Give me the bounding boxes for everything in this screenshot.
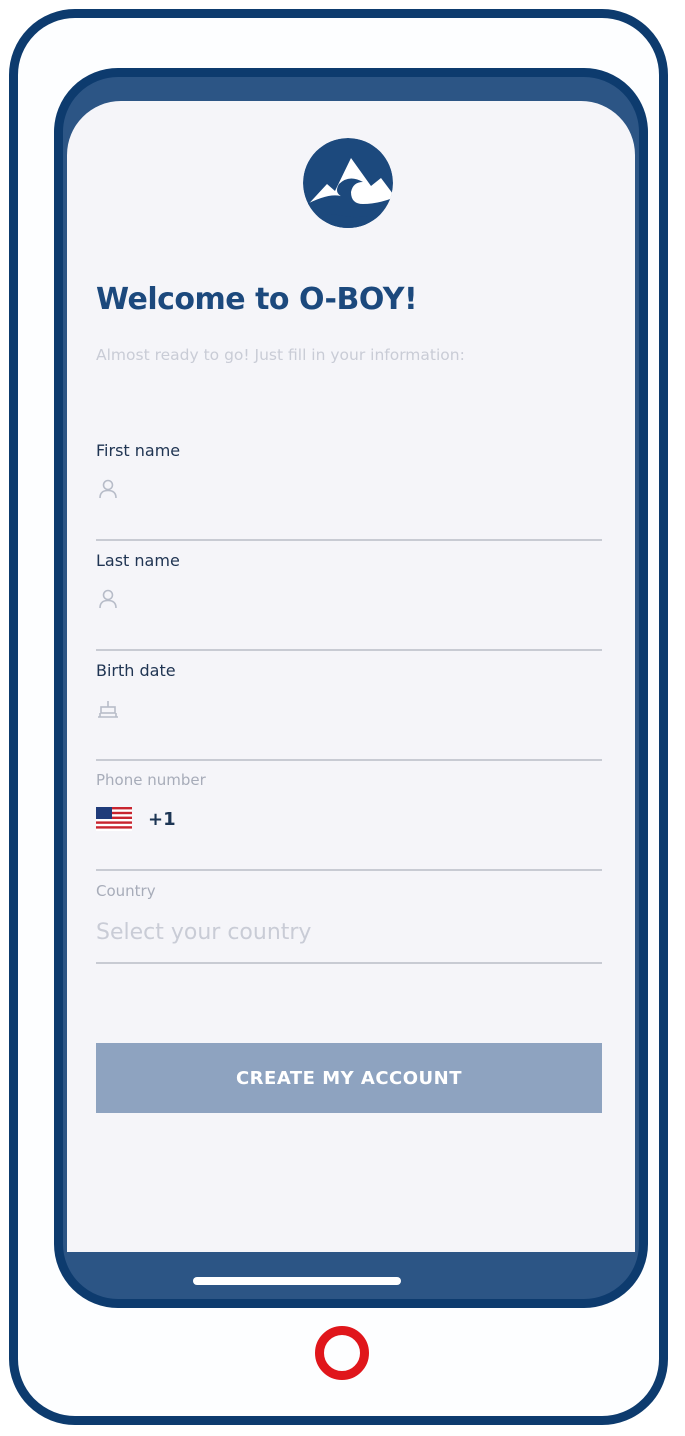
first-name-underline xyxy=(96,539,602,541)
country-select[interactable]: Country Select your country xyxy=(96,882,602,964)
us-flag-icon[interactable] xyxy=(96,807,132,831)
birth-date-label: Birth date xyxy=(96,661,176,680)
first-name-label: First name xyxy=(96,441,181,460)
birth-date-underline xyxy=(96,759,602,761)
last-name-underline xyxy=(96,649,602,651)
page-subtitle: Almost ready to go! Just fill in your in… xyxy=(96,346,465,364)
home-indicator[interactable] xyxy=(193,1277,401,1285)
first-name-field[interactable]: First name xyxy=(96,441,602,541)
cake-icon xyxy=(98,701,118,718)
mountain-wave-logo xyxy=(303,138,393,228)
phone-number-label: Phone number xyxy=(96,771,206,789)
birth-date-field[interactable]: Birth date xyxy=(96,661,602,761)
create-account-button[interactable]: CREATE MY ACCOUNT xyxy=(96,1043,602,1113)
person-icon xyxy=(99,589,117,609)
last-name-field[interactable]: Last name xyxy=(96,551,602,651)
home-button[interactable] xyxy=(315,1326,369,1380)
phone-number-field[interactable]: Phone number +1 xyxy=(96,771,602,871)
last-name-label: Last name xyxy=(96,551,180,570)
country-label: Country xyxy=(96,882,156,900)
country-underline xyxy=(96,962,602,964)
person-icon xyxy=(99,479,117,499)
dial-code[interactable]: +1 xyxy=(148,809,176,830)
phone-number-underline xyxy=(96,869,602,871)
page-title: Welcome to O-BOY! xyxy=(96,282,418,317)
country-placeholder[interactable]: Select your country xyxy=(96,920,311,945)
